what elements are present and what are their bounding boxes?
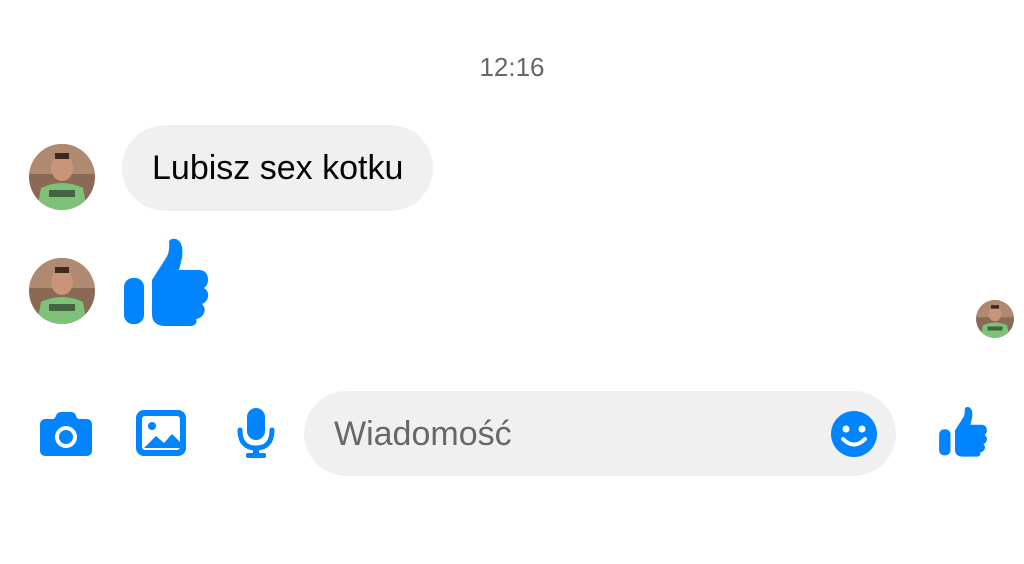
image-icon[interactable] [136, 410, 186, 461]
message-input-container[interactable] [304, 391, 896, 478]
sender-avatar[interactable] [29, 258, 95, 324]
message-input[interactable] [332, 391, 816, 478]
sender-avatar[interactable] [29, 144, 95, 210]
smiley-icon[interactable] [830, 410, 878, 463]
read-receipt-avatar [976, 300, 1014, 338]
microphone-icon[interactable] [236, 408, 276, 463]
message-bubble[interactable]: Lubisz sex kotku [122, 125, 434, 211]
camera-icon[interactable] [40, 412, 92, 461]
message-timestamp: 12:16 [479, 52, 545, 82]
thumbs-up-icon[interactable] [122, 236, 210, 331]
thumbs-up-icon[interactable] [938, 404, 988, 463]
